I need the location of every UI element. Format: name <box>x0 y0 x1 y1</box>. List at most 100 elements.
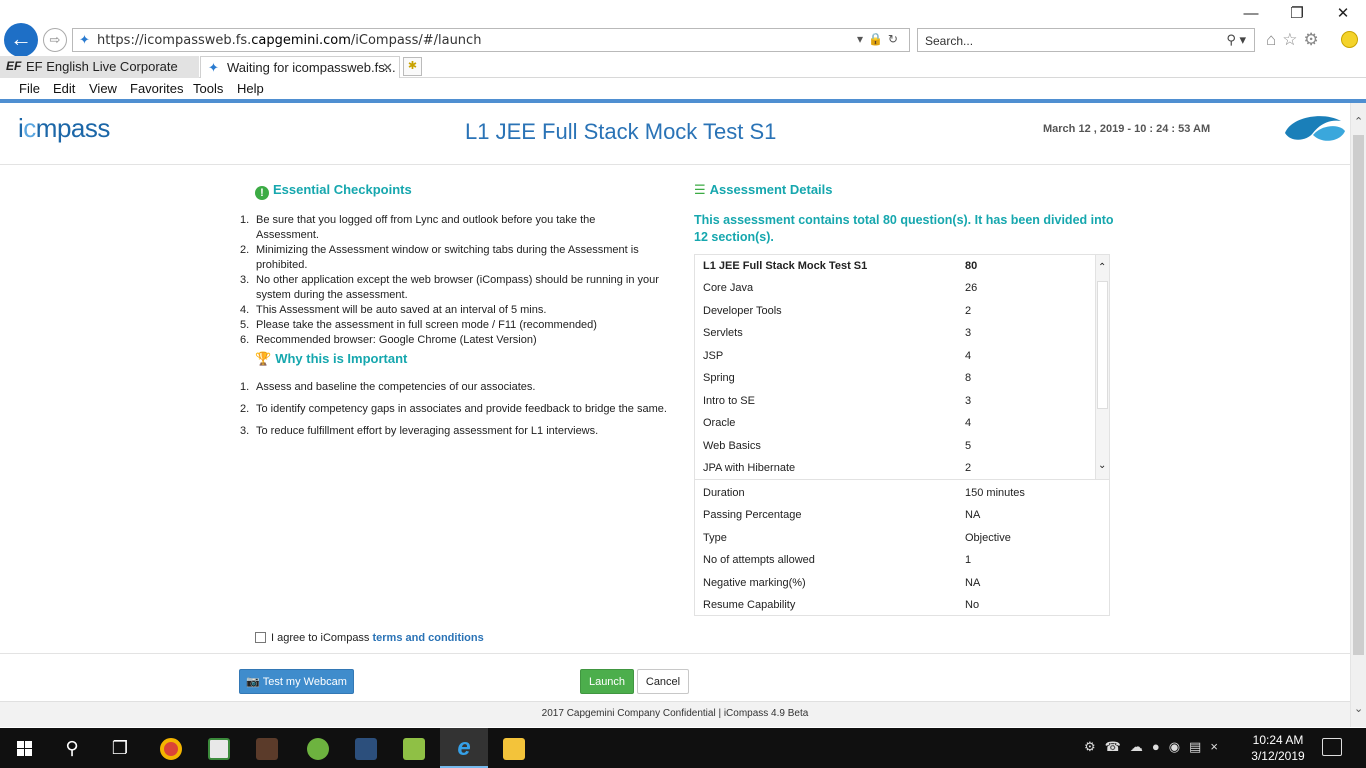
scroll-thumb[interactable] <box>1353 135 1364 655</box>
menu-bar: File Edit View Favorites Tools Help <box>0 78 1366 99</box>
table-row: Oracle 4 <box>703 417 972 429</box>
taskbar: ⚲ ❐ e ⚙☎☁●◉▤× 10:24 AM 3/12/2019 <box>0 728 1366 768</box>
file-app-icon[interactable] <box>195 728 243 768</box>
chevron-up-icon[interactable]: ⌃ <box>1354 115 1363 128</box>
file-explorer-icon[interactable] <box>490 728 538 768</box>
windows-logo-icon <box>17 741 32 756</box>
list-item: 2. Minimizing the Assessment window or sw… <box>240 244 639 271</box>
taskbar-clock[interactable]: 10:24 AM 3/12/2019 <box>1248 732 1308 764</box>
notification-icon[interactable] <box>1322 738 1342 756</box>
search-taskbar-icon[interactable]: ⚲ <box>48 728 96 768</box>
menu-edit[interactable]: Edit <box>53 81 75 96</box>
list-item: 1. Assess and baseline the competencies o… <box>240 381 536 393</box>
forward-button[interactable]: ⇨ <box>43 28 67 52</box>
browser-tabs: EF EF English Live Corporate ✦ Waiting f… <box>0 56 1366 78</box>
notepad-plus-icon[interactable] <box>390 728 438 768</box>
address-bar[interactable]: ✦ https://icompassweb.fs.capgemini.com/i… <box>72 28 910 52</box>
table-row: Intro to SE 3 <box>703 395 972 407</box>
list-item: 6. Recommended browser: Google Chrome (La… <box>240 334 537 346</box>
address-url[interactable]: https://icompassweb.fs.capgemini.com/iCo… <box>97 33 481 48</box>
chrome-icon[interactable] <box>147 728 195 768</box>
ef-logo-icon: EF <box>6 59 22 73</box>
checkpoints-heading: ! Essential Checkpoints <box>255 182 412 200</box>
sections-scrollbar[interactable]: ⌃ ⌄ <box>1095 255 1109 479</box>
loading-icon: ✦ <box>208 60 219 75</box>
menu-help[interactable]: Help <box>237 81 264 96</box>
table-row: Passing Percentage NA <box>703 509 981 521</box>
table-row: Type Objective <box>703 532 1011 544</box>
task-view-icon[interactable]: ❐ <box>96 728 144 768</box>
table-row: Servlets 3 <box>703 327 972 339</box>
address-controls[interactable]: ▾🔒↻ <box>857 32 903 46</box>
table-row: L1 JEE Full Stack Mock Test S1 80 <box>703 260 978 272</box>
scroll-thumb[interactable] <box>1097 281 1108 409</box>
table-row: Duration 150 minutes <box>703 487 1025 499</box>
app-icon[interactable] <box>243 728 291 768</box>
tab-ef-english[interactable]: EF EF English Live Corporate <box>0 56 199 78</box>
menu-tools[interactable]: Tools <box>193 81 223 96</box>
table-row: Negative marking(%) NA <box>703 577 981 589</box>
importance-heading: 🏆 Why this is Important <box>255 351 408 366</box>
minimize-button[interactable]: — <box>1228 0 1274 28</box>
launch-button[interactable]: Launch <box>580 669 634 694</box>
page-scrollbar[interactable]: ⌃ ⌄ <box>1350 103 1366 727</box>
agree-checkbox[interactable] <box>255 632 266 643</box>
assessment-summary: This assessment contains total 80 questi… <box>694 213 1114 244</box>
checkpoints-list: 1. Be sure that you logged off from Lync … <box>240 213 660 348</box>
test-webcam-button[interactable]: 📷 Test my Webcam <box>239 669 354 694</box>
restore-button[interactable]: ❐ <box>1274 0 1320 28</box>
trophy-icon: 🏆 <box>255 351 272 366</box>
assessment-meta-table: Duration 150 minutes Passing Percentage NA… <box>694 480 1110 616</box>
exclamation-icon: ! <box>255 186 269 200</box>
page-content: icmpass L1 JEE Full Stack Mock Test S1 M… <box>0 103 1350 727</box>
start-button[interactable] <box>0 728 48 768</box>
table-row: JPA with Hibernate 2 <box>703 462 972 474</box>
spring-tool-icon[interactable] <box>294 728 342 768</box>
favorites-star-icon[interactable]: ☆ <box>1282 30 1303 49</box>
home-icon[interactable]: ⌂ <box>1266 30 1282 49</box>
chevron-down-icon[interactable]: ⌄ <box>1098 460 1106 471</box>
list-item: 3. To reduce fulfillment effort by levera… <box>240 425 599 437</box>
new-tab-button[interactable]: ✱ <box>403 57 422 76</box>
menu-view[interactable]: View <box>89 81 117 96</box>
page-header: icmpass L1 JEE Full Stack Mock Test S1 M… <box>0 103 1350 165</box>
search-icon[interactable]: ⚲ ▾ <box>1226 32 1246 48</box>
icompass-logo: icmpass <box>18 113 110 143</box>
menu-file[interactable]: File <box>19 81 40 96</box>
camera-icon: 📷 <box>246 676 260 688</box>
sections-table[interactable]: L1 JEE Full Stack Mock Test S1 80 Core Ja… <box>694 254 1110 480</box>
table-row: Spring 8 <box>703 372 972 384</box>
agree-text: I agree to iCompass <box>271 632 373 644</box>
page-title: L1 JEE Full Stack Mock Test S1 <box>465 119 777 144</box>
capgemini-logo-icon <box>1285 116 1345 141</box>
system-tray[interactable]: ⚙☎☁●◉▤× <box>1084 739 1227 755</box>
header-datetime: March 12 , 2019 - 10 : 24 : 53 AM <box>1043 123 1211 135</box>
site-favicon-icon: ✦ <box>79 32 90 47</box>
search-box[interactable]: Search... ⚲ ▾ <box>917 28 1255 52</box>
tab-icompass[interactable]: ✦ Waiting for icompassweb.fs... ✕ <box>200 56 400 78</box>
sql-developer-icon[interactable] <box>342 728 390 768</box>
window-controls: — ❐ ✕ <box>1228 0 1366 28</box>
toolbar-icons[interactable]: ⌂☆⚙ <box>1266 30 1325 50</box>
internet-explorer-icon[interactable]: e <box>440 728 488 768</box>
agreement: I agree to iCompass terms and conditions <box>255 632 484 644</box>
menu-favorites[interactable]: Favorites <box>130 81 183 96</box>
clock-date: 3/12/2019 <box>1251 749 1305 763</box>
gear-icon[interactable]: ⚙ <box>1304 30 1325 49</box>
list-icon: ☰ <box>694 182 706 197</box>
feedback-smiley-icon[interactable] <box>1341 31 1358 48</box>
divider <box>0 653 1350 654</box>
list-item: 2. To identify competency gaps in associa… <box>240 403 667 415</box>
back-button[interactable]: ← <box>4 23 38 57</box>
terms-link[interactable]: terms and conditions <box>373 632 484 644</box>
chevron-up-icon[interactable]: ⌃ <box>1098 262 1106 273</box>
list-item: 3. No other application except the web br… <box>240 274 659 301</box>
list-item: 4. This Assessment will be auto saved at … <box>240 304 547 316</box>
chevron-down-icon[interactable]: ⌄ <box>1354 702 1363 715</box>
table-row: Web Basics 5 <box>703 440 972 452</box>
close-window-button[interactable]: ✕ <box>1320 0 1366 28</box>
cancel-button[interactable]: Cancel <box>637 669 689 694</box>
list-item: 5. Please take the assessment in full scr… <box>240 319 597 331</box>
list-item: 1. Be sure that you logged off from Lync … <box>240 214 596 241</box>
close-tab-icon[interactable]: ✕ <box>382 57 393 78</box>
